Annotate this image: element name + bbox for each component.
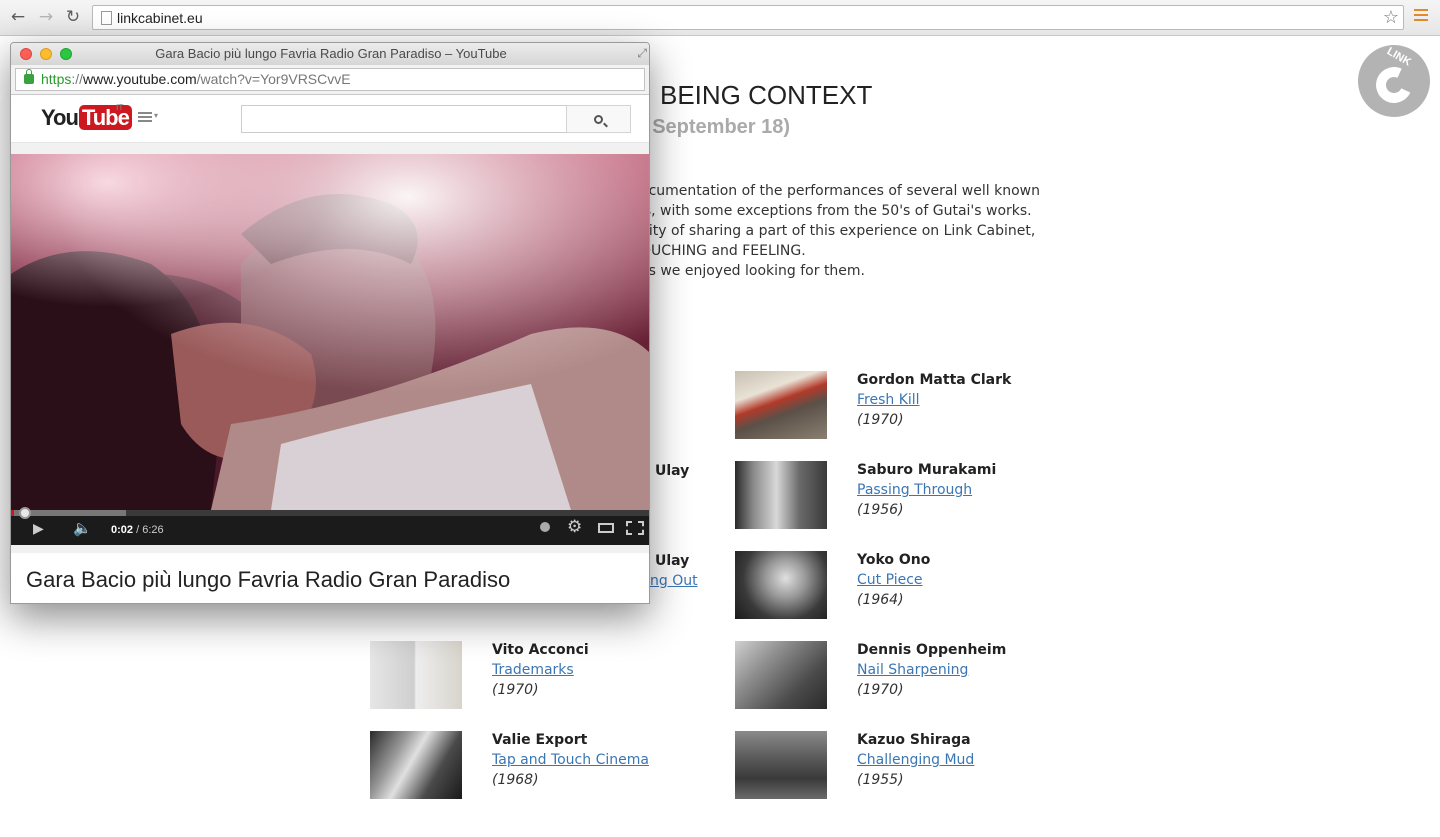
intro-paragraph: ocumentation of the performances of seve… xyxy=(640,181,1040,281)
reload-icon[interactable]: ↻ xyxy=(63,7,83,27)
work-item: Valie Export Tap and Touch Cinema (1968) xyxy=(370,731,710,801)
paragraph-line: 's, with some exceptions from the 50's o… xyxy=(640,203,1032,219)
work-link[interactable]: Nail Sharpening xyxy=(857,662,968,678)
work-item: Gordon Matta Clark Fresh Kill (1970) xyxy=(735,371,1075,441)
work-link[interactable]: Cut Piece xyxy=(857,572,923,588)
popup-url-field[interactable]: https://www.youtube.com/watch?v=Yor9VRSC… xyxy=(15,68,645,91)
work-year: (1970) xyxy=(492,682,539,698)
popup-titlebar[interactable]: Gara Bacio più lungo Favria Radio Gran P… xyxy=(11,43,649,65)
work-thumbnail[interactable] xyxy=(370,641,462,709)
work-item: Kazuo Shiraga Challenging Mud (1955) xyxy=(735,731,1075,801)
video-title-bar: Gara Bacio più lungo Favria Radio Gran P… xyxy=(11,545,649,603)
work-link[interactable]: Fresh Kill xyxy=(857,392,920,408)
paragraph-line: as we enjoyed looking for them. xyxy=(640,263,866,279)
popup-url[interactable]: https://www.youtube.com/watch?v=Yor9VRSC… xyxy=(41,71,351,87)
bookmark-star-icon[interactable]: ☆ xyxy=(1383,7,1399,28)
url-path: /watch?v=Yor9VRSCvvE xyxy=(196,71,351,87)
menu-icon[interactable] xyxy=(1414,9,1428,24)
logo-ring xyxy=(1370,61,1418,109)
player-controls: ▶ 🔈 0:02 / 6:26 ⚙ xyxy=(11,507,649,545)
work-artist: Saburo Murakami xyxy=(857,462,997,478)
youtube-search-button[interactable] xyxy=(566,105,631,133)
video-title: Gara Bacio più lungo Favria Radio Gran P… xyxy=(26,567,511,592)
work-link[interactable]: Tap and Touch Cinema xyxy=(492,752,649,768)
youtube-logo-tube: Tube xyxy=(78,105,132,130)
work-link-partial[interactable]: ng Out xyxy=(650,573,698,589)
work-thumbnail[interactable] xyxy=(735,461,827,529)
time-display: 0:02 / 6:26 xyxy=(111,524,164,536)
popup-address-bar: https://www.youtube.com/watch?v=Yor9VRSC… xyxy=(11,65,649,95)
work-year: (1970) xyxy=(857,682,904,698)
work-thumbnail[interactable] xyxy=(735,731,827,799)
work-link[interactable]: Trademarks xyxy=(492,662,574,678)
work-year: (1956) xyxy=(857,502,904,518)
forward-arrow-icon[interactable]: → xyxy=(36,7,56,27)
work-year: (1955) xyxy=(857,772,904,788)
logo-text: LINK xyxy=(1384,45,1413,69)
search-icon xyxy=(594,114,603,124)
work-year: (1968) xyxy=(492,772,539,788)
link-cabinet-logo[interactable]: LINK xyxy=(1358,45,1430,117)
youtube-search-input[interactable] xyxy=(241,105,567,133)
page-title: BEING CONTEXT xyxy=(660,80,873,110)
browser-toolbar: ← → ↻ linkcabinet.eu ☆ xyxy=(0,0,1440,36)
popup-window-title: Gara Bacio più lungo Favria Radio Gran P… xyxy=(155,46,507,61)
progress-played xyxy=(11,510,15,516)
work-item: Dennis Oppenheim Nail Sharpening (1970) xyxy=(735,641,1075,711)
artist-name-partial: Ulay xyxy=(655,553,690,569)
caret-down-icon[interactable]: ▾ xyxy=(154,111,158,120)
fullscreen-icon[interactable] xyxy=(626,521,644,535)
guide-menu-icon[interactable] xyxy=(138,112,152,124)
back-arrow-icon[interactable]: ← xyxy=(8,7,28,27)
work-thumbnail[interactable] xyxy=(735,371,827,439)
url-host: www.youtube.com xyxy=(83,71,197,87)
work-artist: Kazuo Shiraga xyxy=(857,732,971,748)
paragraph-line: OUCHING and FEELING. xyxy=(640,243,806,259)
work-artist: Dennis Oppenheim xyxy=(857,642,1007,658)
work-year: (1964) xyxy=(857,592,904,608)
page-icon xyxy=(101,11,112,25)
work-year: (1970) xyxy=(857,412,904,428)
youtube-popup-window[interactable]: Gara Bacio più lungo Favria Radio Gran P… xyxy=(10,42,650,604)
theater-mode-icon[interactable] xyxy=(598,523,614,533)
time-separator: / xyxy=(133,524,143,536)
page-subtitle: - September 18) xyxy=(640,116,791,138)
work-link[interactable]: Passing Through xyxy=(857,482,972,498)
fullscreen-expand-icon[interactable]: ⤢ xyxy=(637,46,647,61)
progress-scrubber[interactable] xyxy=(19,507,32,519)
address-url[interactable]: linkcabinet.eu xyxy=(117,10,203,26)
url-scheme: https xyxy=(41,71,72,87)
video-still xyxy=(11,154,649,510)
header-separator xyxy=(11,143,649,154)
work-artist: Gordon Matta Clark xyxy=(857,372,1012,388)
settings-gear-icon[interactable]: ⚙ xyxy=(567,517,582,537)
work-thumbnail[interactable] xyxy=(735,641,827,709)
video-frame[interactable] xyxy=(11,154,649,510)
progress-bar[interactable] xyxy=(11,507,649,519)
lock-icon xyxy=(24,69,34,84)
current-time: 0:02 xyxy=(111,524,134,536)
artist-name-partial: Ulay xyxy=(655,463,690,479)
paragraph-line: nity of sharing a part of this experienc… xyxy=(640,223,1036,239)
work-thumbnail[interactable] xyxy=(735,551,827,619)
youtube-region-label: IT xyxy=(116,103,124,112)
play-icon[interactable]: ▶ xyxy=(33,521,44,537)
youtube-header: You Tube IT ▾ xyxy=(11,95,649,143)
work-thumbnail[interactable] xyxy=(370,731,462,799)
address-bar[interactable]: linkcabinet.eu ☆ xyxy=(92,5,1404,30)
youtube-logo-you: You xyxy=(41,105,79,130)
work-link[interactable]: Challenging Mud xyxy=(857,752,974,768)
paragraph-line: ocumentation of the performances of seve… xyxy=(640,183,1040,199)
work-artist: Vito Acconci xyxy=(492,642,589,658)
url-separator: :// xyxy=(71,71,84,87)
watch-later-icon[interactable] xyxy=(540,522,550,532)
volume-icon[interactable]: 🔈 xyxy=(73,519,92,537)
duration: 6:26 xyxy=(142,524,164,536)
work-item: Saburo Murakami Passing Through (1956) xyxy=(735,461,1075,531)
work-artist: Valie Export xyxy=(492,732,588,748)
work-item: Vito Acconci Trademarks (1970) xyxy=(370,641,710,711)
work-artist: Yoko Ono xyxy=(857,552,931,568)
work-item: Yoko Ono Cut Piece (1964) xyxy=(735,551,1075,621)
